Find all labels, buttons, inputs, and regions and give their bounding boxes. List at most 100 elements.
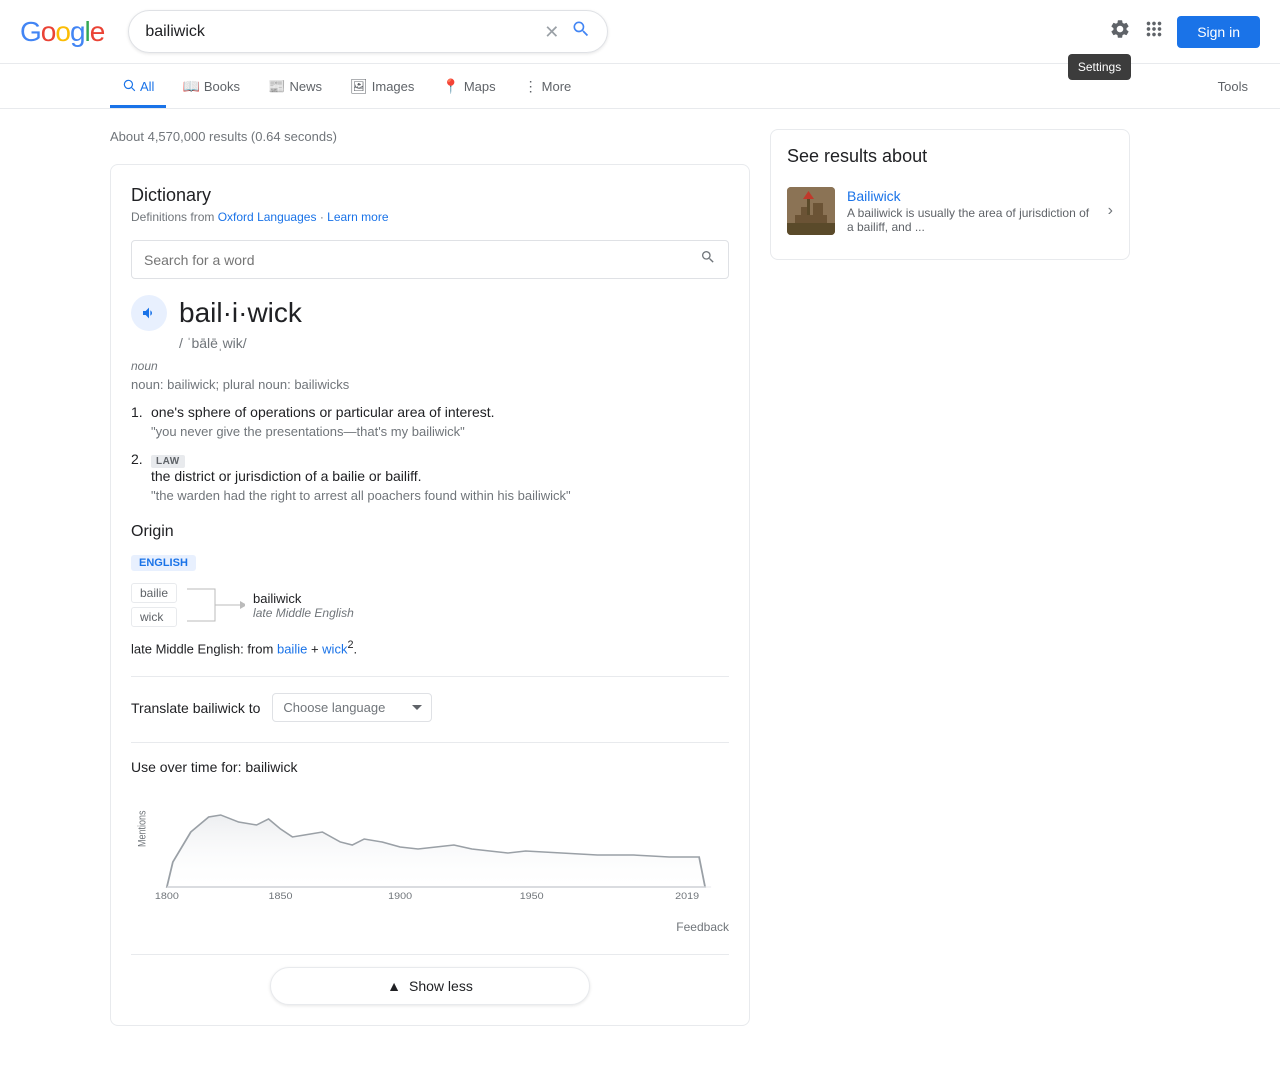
definition-example-2: "the warden had the right to arrest all … — [151, 488, 729, 503]
origin-result-word: bailiwick — [253, 591, 354, 606]
signin-button[interactable]: Sign in — [1177, 16, 1260, 48]
books-icon: 📖 — [182, 78, 199, 95]
tab-maps-label: Maps — [464, 79, 496, 94]
tab-all-label: All — [140, 79, 154, 94]
translate-section: Translate bailiwick to Choose language S… — [131, 676, 729, 722]
header: Google ✕ Settings Sign in — [0, 0, 1280, 64]
results-count: About 4,570,000 results (0.64 seconds) — [110, 129, 750, 144]
panel-title: See results about — [787, 146, 1113, 167]
origin-words-left: bailie wick — [131, 583, 177, 627]
search-bar: ✕ — [128, 10, 608, 53]
audio-button[interactable] — [131, 295, 167, 331]
dictionary-card: Dictionary Definitions from Oxford Langu… — [110, 164, 750, 1026]
word-pos: noun — [131, 359, 729, 373]
tab-news[interactable]: 📰 News — [256, 68, 334, 108]
origin-result-box: bailiwick late Middle English — [253, 591, 354, 620]
definition-number-2: 2. — [131, 451, 143, 467]
word-search-input[interactable] — [144, 252, 700, 268]
search-submit-button[interactable] — [571, 19, 591, 44]
origin-period: late Middle English — [253, 606, 354, 620]
tab-more-label: More — [542, 79, 572, 94]
panel-info: Bailiwick A bailiwick is usually the are… — [847, 188, 1096, 234]
search-clear-button[interactable]: ✕ — [540, 23, 563, 41]
origin-wick-link[interactable]: wick — [322, 641, 347, 656]
origin-bracket-svg — [185, 585, 245, 625]
language-select[interactable]: Choose language Spanish French German It… — [272, 693, 432, 722]
tab-books[interactable]: 📖 Books — [170, 68, 252, 108]
tab-tools[interactable]: Tools — [1206, 69, 1260, 107]
definition-tag-law: LAW — [151, 455, 185, 468]
learn-more-link[interactable]: Learn more — [327, 210, 388, 224]
settings-button[interactable] — [1109, 18, 1131, 46]
panel-item-title: Bailiwick — [847, 188, 1096, 204]
more-icon: ⋮ — [524, 78, 538, 95]
maps-icon: 📍 — [442, 78, 459, 95]
origin-text: late Middle English: from bailie + wick2… — [131, 639, 729, 656]
word-search-bar — [131, 240, 729, 279]
chart-section: Use over time for: bailiwick Mentions — [131, 742, 729, 910]
definition-text-1: one's sphere of operations or particular… — [151, 404, 729, 420]
dictionary-title: Dictionary — [131, 185, 729, 206]
definition-example-1: "you never give the presentations—that's… — [151, 424, 729, 439]
search-input[interactable] — [145, 23, 532, 41]
origin-bailie-link[interactable]: bailie — [277, 641, 307, 656]
translate-label: Translate bailiwick to — [131, 700, 260, 716]
left-column: About 4,570,000 results (0.64 seconds) D… — [110, 129, 750, 1046]
chart-title: Use over time for: bailiwick — [131, 759, 729, 775]
show-less-label: Show less — [409, 978, 473, 994]
show-less-button[interactable]: ▲ Show less — [270, 967, 590, 1005]
definition-item-1: 1. one's sphere of operations or particu… — [131, 404, 729, 439]
chart-container: Mentions 1800 — [131, 787, 729, 910]
origin-word-bailie: bailie — [131, 583, 177, 603]
feedback-text[interactable]: Feedback — [676, 920, 729, 934]
tab-more[interactable]: ⋮ More — [512, 68, 584, 108]
svg-text:1800: 1800 — [155, 892, 179, 902]
tab-images[interactable]: 🖼 Images — [338, 68, 426, 108]
logo-letter-e: e — [90, 16, 105, 47]
origin-section: Origin ENGLISH bailie wick — [131, 523, 729, 656]
tab-maps[interactable]: 📍 Maps — [430, 68, 507, 108]
panel-item-desc: A bailiwick is usually the area of juris… — [847, 206, 1096, 234]
panel-item-bailiwick[interactable]: Bailiwick A bailiwick is usually the are… — [787, 179, 1113, 243]
logo-letter-g2: g — [70, 16, 85, 47]
show-less-bar: ▲ Show less — [131, 954, 729, 1005]
right-column: See results about Bailiwick A bai — [770, 129, 1130, 1046]
logo-letter-o2: o — [55, 16, 70, 47]
all-icon — [122, 78, 136, 95]
show-less-icon: ▲ — [387, 978, 401, 994]
tab-news-label: News — [289, 79, 322, 94]
definition-text-2: the district or jurisdiction of a bailie… — [151, 468, 729, 484]
gear-icon — [1109, 18, 1131, 40]
right-panel: See results about Bailiwick A bai — [770, 129, 1130, 260]
dictionary-source: Definitions from Oxford Languages · Lear… — [131, 210, 729, 224]
logo-letter-g: G — [20, 16, 41, 47]
logo-letter-o1: o — [41, 16, 56, 47]
definition-item-2: 2. LAW the district or jurisdiction of a… — [131, 451, 729, 503]
speaker-icon — [141, 305, 157, 321]
word-header: bail·i·wick — [131, 295, 729, 331]
apps-icon — [1143, 18, 1165, 40]
bailiwick-thumbnail-icon — [787, 187, 835, 235]
definition-number-1: 1. — [131, 404, 143, 420]
origin-title: Origin — [131, 523, 729, 541]
chevron-right-icon: › — [1108, 202, 1113, 220]
apps-button[interactable] — [1143, 18, 1165, 46]
search-icon — [571, 19, 591, 39]
oxford-languages-link[interactable]: Oxford Languages — [218, 210, 317, 224]
tab-books-label: Books — [204, 79, 240, 94]
tab-all[interactable]: All — [110, 68, 166, 108]
svg-text:1850: 1850 — [269, 892, 293, 902]
svg-text:1900: 1900 — [388, 892, 412, 902]
origin-word-wick: wick — [131, 607, 177, 627]
svg-text:2019: 2019 — [675, 892, 699, 902]
definitions-list: 1. one's sphere of operations or particu… — [131, 404, 729, 503]
svg-text:1950: 1950 — [520, 892, 544, 902]
word-phonetic: / ˈbālēˌwik/ — [179, 335, 729, 351]
news-icon: 📰 — [268, 78, 285, 95]
origin-tag: ENGLISH — [131, 555, 196, 571]
origin-diagram: bailie wick bailiwick late Middle Englis… — [131, 583, 729, 627]
svg-text:Mentions: Mentions — [137, 811, 149, 848]
tab-images-label: Images — [372, 79, 415, 94]
usage-chart: Mentions 1800 — [131, 787, 729, 907]
settings-tooltip: Settings — [1068, 54, 1131, 80]
